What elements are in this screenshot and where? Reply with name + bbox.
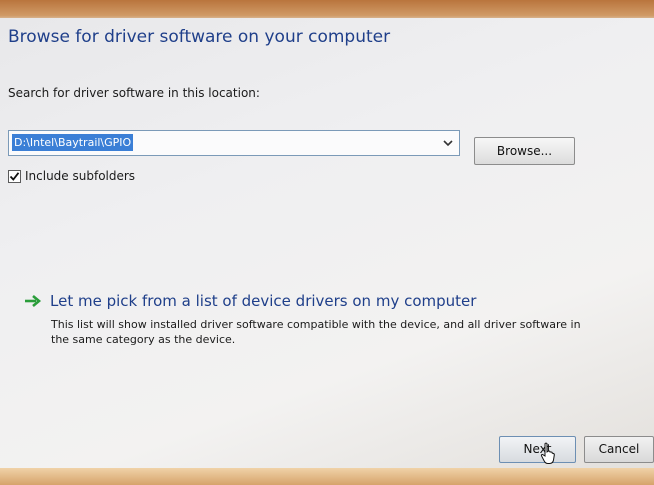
include-subfolders-option[interactable]: Include subfolders (8, 167, 135, 185)
browse-button[interactable]: Browse... (474, 137, 575, 165)
next-button[interactable]: Next (499, 436, 576, 463)
chevron-down-icon[interactable] (441, 135, 455, 151)
pick-from-list-description: This list will show installed driver sof… (51, 318, 581, 346)
pick-from-list-title[interactable]: Let me pick from a list of device driver… (50, 292, 476, 310)
page-title: Browse for driver software on your compu… (8, 27, 391, 47)
mouse-pointer-icon (540, 442, 555, 464)
pick-from-list-link[interactable]: Let me pick from a list of device driver… (24, 292, 476, 310)
driver-path-combobox[interactable]: D:\Intel\Baytrail\GPIO (8, 130, 460, 156)
green-arrow-icon (25, 295, 42, 307)
search-location-label: Search for driver software in this locat… (8, 86, 260, 100)
include-subfolders-checkbox[interactable] (8, 169, 21, 183)
include-subfolders-label: Include subfolders (25, 169, 136, 183)
window-frame-bottom (0, 468, 654, 485)
driver-path-input[interactable]: D:\Intel\Baytrail\GPIO (12, 134, 134, 151)
cancel-button[interactable]: Cancel (584, 436, 654, 463)
